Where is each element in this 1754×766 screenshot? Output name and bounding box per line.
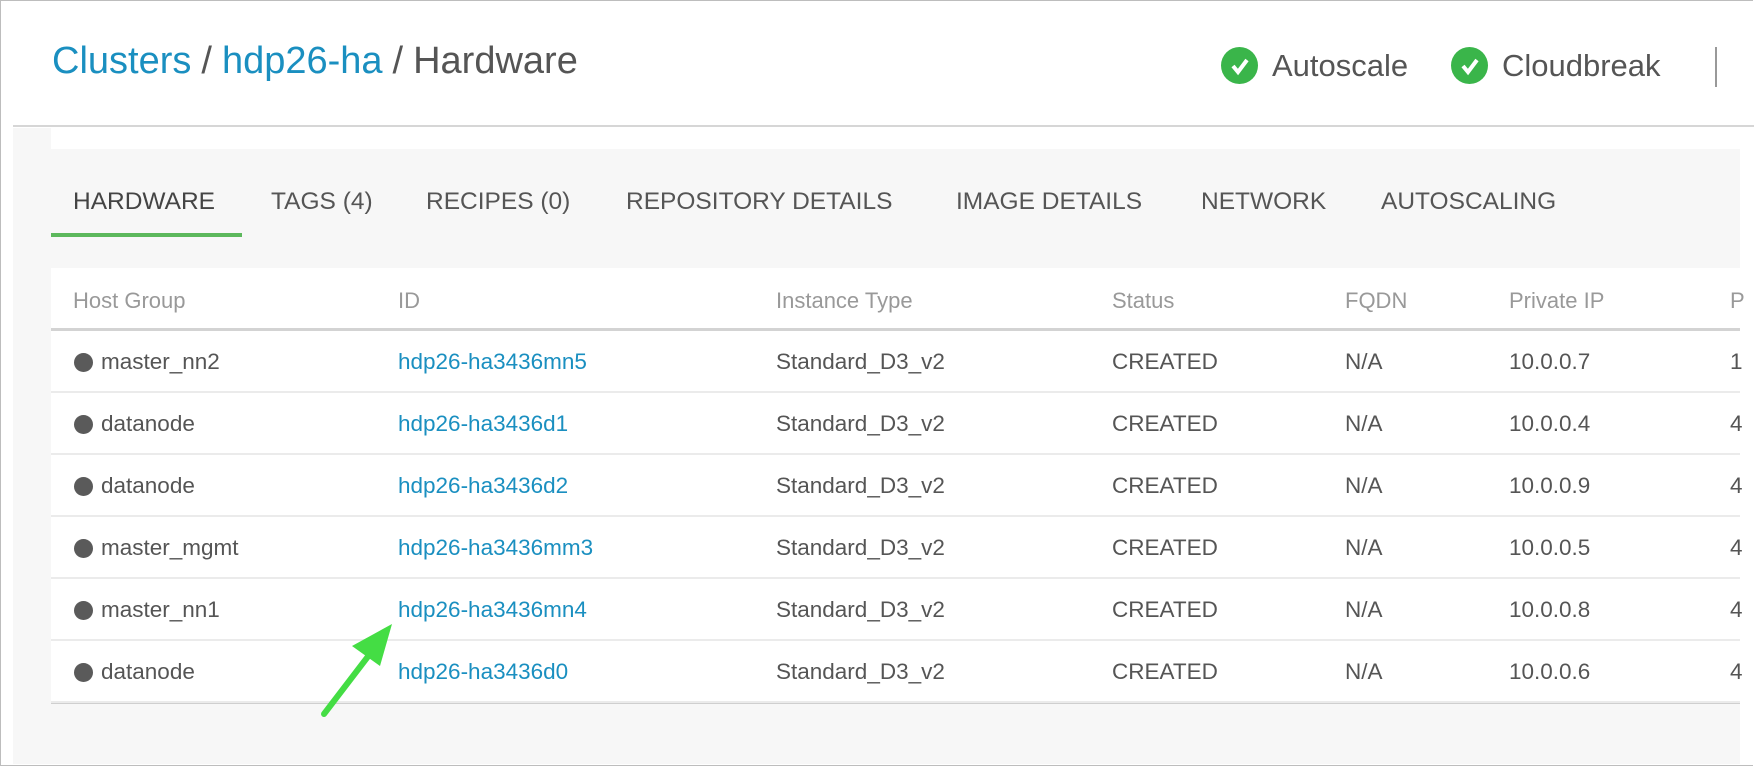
cell-fqdn: N/A [1345,349,1383,374]
column-header-instance-type[interactable]: Instance Type [776,288,913,314]
cell-id[interactable]: hdp26-ha3436mm3 [398,535,593,561]
cell-id[interactable]: hdp26-ha3436mn4 [398,597,587,623]
breadcrumb-cluster[interactable]: hdp26-ha [222,40,383,82]
cell-truncated: 4 [1730,659,1743,684]
cell-id[interactable]: hdp26-ha3436mn5 [398,349,587,375]
table-row[interactable]: datanode hdp26-ha3436d1 Standard_D3_v2 CREA… [51,393,1743,455]
cell-host-group: datanode [101,473,195,498]
panel-strip [51,128,1740,149]
column-header-truncated[interactable]: P [1730,288,1745,314]
status-label: Cloudbreak [1502,47,1661,83]
cell-host-group: datanode [101,411,195,436]
table-row[interactable]: datanode hdp26-ha3436d2 Standard_D3_v2 CREA… [51,455,1743,517]
column-header-host-group[interactable]: Host Group [73,288,186,314]
host-group-dot-icon [74,601,93,620]
page-title: Hardware [413,40,578,82]
cell-truncated: 4 [1730,473,1743,498]
breadcrumb-separator: / [392,40,404,82]
column-header-private-ip[interactable]: Private IP [1509,288,1604,314]
check-circle-icon [1221,47,1258,84]
column-header-status[interactable]: Status [1112,288,1174,314]
cell-instance-type: Standard_D3_v2 [776,659,945,684]
breadcrumb: Clusters / hdp26-ha / Hardware [52,40,578,83]
cell-status: CREATED [1112,535,1218,560]
cell-status: CREATED [1112,411,1218,436]
cell-instance-type: Standard_D3_v2 [776,535,945,560]
status-label: Autoscale [1272,47,1409,83]
table-row[interactable]: master_mgmt hdp26-ha3436mm3 Standard_D3_v2… [51,517,1743,579]
tab-autoscaling[interactable]: AUTOSCALING [1381,188,1556,216]
cell-truncated: 1 [1730,349,1743,374]
host-group-dot-icon [74,415,93,434]
tab-network[interactable]: NETWORK [1201,188,1326,216]
cell-host-group: master_mgmt [101,535,239,560]
cell-host-group: master_nn2 [101,349,220,374]
status-autoscale: Autoscale [1221,47,1408,84]
cell-id[interactable]: hdp26-ha3436d1 [398,411,568,437]
cell-id[interactable]: hdp26-ha3436d2 [398,473,568,499]
check-circle-icon [1451,47,1488,84]
cell-instance-type: Standard_D3_v2 [776,473,945,498]
cell-status: CREATED [1112,473,1218,498]
table-row[interactable]: master_nn2 hdp26-ha3436mn5 Standard_D3_v2 C… [51,331,1743,393]
cell-fqdn: N/A [1345,535,1383,560]
host-group-dot-icon [74,539,93,558]
table-row[interactable]: datanode hdp26-ha3436d0 Standard_D3_v2 CREA… [51,641,1743,703]
tab-recipes[interactable]: RECIPES (0) [426,188,570,216]
cell-host-group: master_nn1 [101,597,220,622]
column-header-fqdn[interactable]: FQDN [1345,288,1407,314]
cell-fqdn: N/A [1345,659,1383,684]
tab-repository-details[interactable]: REPOSITORY DETAILS [626,188,892,216]
cell-host-group: datanode [101,659,195,684]
host-group-dot-icon [74,663,93,682]
cell-private-ip: 10.0.0.7 [1509,349,1591,374]
divider [1715,47,1717,87]
status-cloudbreak: Cloudbreak [1451,47,1661,84]
host-group-dot-icon [74,353,93,372]
cell-truncated: 4 [1730,411,1743,436]
active-tab-indicator [51,233,242,237]
hardware-table: Host Group ID Instance Type Status FQDN … [51,268,1745,704]
cell-instance-type: Standard_D3_v2 [776,411,945,436]
tab-hardware[interactable]: HARDWARE [73,188,215,216]
cell-private-ip: 10.0.0.9 [1509,473,1591,498]
cell-instance-type: Standard_D3_v2 [776,597,945,622]
cell-private-ip: 10.0.0.5 [1509,535,1591,560]
column-header-id[interactable]: ID [398,288,420,314]
cell-private-ip: 10.0.0.4 [1509,411,1591,436]
tab-image-details[interactable]: IMAGE DETAILS [956,188,1142,216]
cell-status: CREATED [1112,659,1218,684]
cell-status: CREATED [1112,597,1218,622]
cell-status: CREATED [1112,349,1218,374]
table-row[interactable]: master_nn1 hdp26-ha3436mn4 Standard_D3_v2 C… [51,579,1743,641]
cell-private-ip: 10.0.0.6 [1509,659,1591,684]
cell-fqdn: N/A [1345,473,1383,498]
tab-tags[interactable]: TAGS (4) [271,188,373,216]
cell-instance-type: Standard_D3_v2 [776,349,945,374]
cell-truncated: 4 [1730,535,1743,560]
cell-fqdn: N/A [1345,411,1383,436]
cell-fqdn: N/A [1345,597,1383,622]
cell-private-ip: 10.0.0.8 [1509,597,1591,622]
breadcrumb-separator: / [201,40,212,82]
breadcrumb-clusters[interactable]: Clusters [52,40,191,82]
host-group-dot-icon [74,477,93,496]
cell-id[interactable]: hdp26-ha3436d0 [398,659,568,685]
cell-truncated: 4 [1730,597,1743,622]
